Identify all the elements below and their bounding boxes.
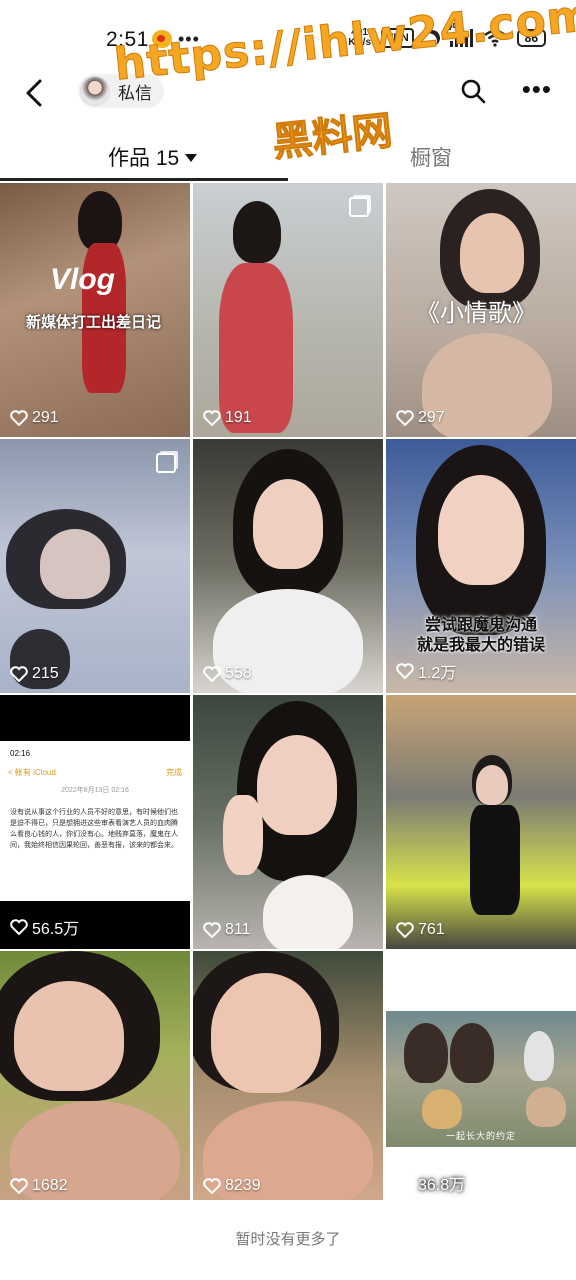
heart-icon [203, 922, 221, 938]
note-back-link: < 帐有 iCloud [8, 768, 56, 777]
post-tile[interactable]: 《小情歌》 297 [386, 183, 576, 437]
note-time: 02:16 [10, 749, 31, 758]
tab-works[interactable]: 作品 15 [108, 142, 198, 172]
post-likes: 56.5万 [10, 915, 79, 939]
post-likes: 558 [203, 665, 252, 683]
post-tile[interactable]: 1682 [0, 951, 190, 1205]
post-likes: 291 [10, 409, 59, 427]
post-tile[interactable]: 215 [0, 439, 190, 693]
notification-dots-icon: ••• [178, 29, 200, 49]
do-not-disturb-icon [421, 28, 442, 49]
heart-icon [10, 919, 28, 935]
status-right-icons: 401 KB/s VPN HD 86 [348, 23, 546, 49]
status-left-icons: ••• [152, 30, 200, 48]
status-time: 2:51 [106, 28, 149, 51]
post-likes-count: 558 [225, 665, 252, 682]
heart-icon [203, 410, 221, 426]
no-more-content-text: 暂时没有更多了 [235, 1231, 341, 1248]
post-tile[interactable]: 191 [193, 183, 383, 437]
profile-tabs: 作品 15 橱窗 [0, 138, 576, 182]
heart-icon [10, 666, 28, 682]
post-tile[interactable]: 811 [193, 695, 383, 949]
post-likes-count: 291 [32, 409, 59, 426]
tab-showcase[interactable]: 橱窗 [410, 142, 452, 172]
status-bar: 2:51 ••• 401 KB/s VPN HD 86 [0, 0, 576, 64]
post-likes-count: 1.2万 [418, 665, 457, 682]
note-body: 没有说从事这个行业的人员不好的意思，有时候他们也是迫不得已，只是想拥进这些审表看… [10, 809, 178, 849]
post-likes: 36.8万 [396, 1171, 465, 1195]
post-likes: 215 [10, 665, 59, 683]
multi-image-icon [156, 453, 176, 473]
post-likes-count: 56.5万 [32, 921, 80, 938]
heart-icon [396, 410, 414, 426]
post-tile[interactable]: 8239 [193, 951, 383, 1205]
heart-icon [10, 1178, 28, 1194]
battery-indicator: 86 [516, 29, 546, 47]
back-arrow-icon[interactable] [22, 78, 48, 108]
post-likes: 1682 [10, 1177, 68, 1195]
hd-label: HD [447, 23, 458, 30]
post-tile[interactable]: 一起长大的约定 36.8万 [386, 951, 576, 1205]
post-caption-title: 《小情歌》 [416, 300, 536, 327]
post-caption-subtitle: 新媒体打工出差日记 [26, 314, 162, 331]
post-likes-count: 1682 [32, 1177, 68, 1194]
post-tile[interactable]: Vlog 新媒体打工出差日记 291 [0, 183, 190, 437]
post-caption-title: Vlog [50, 263, 115, 296]
network-speed: 401 KB/s [348, 28, 371, 48]
posts-grid: Vlog 新媒体打工出差日记 291 191 《小情歌》 297 215 558… [0, 183, 576, 1205]
heart-icon [396, 1175, 414, 1191]
post-likes: 811 [203, 921, 251, 939]
heart-icon [10, 410, 28, 426]
post-caption-line-2: 就是我最大的错误 [416, 637, 545, 654]
post-likes-count: 36.8万 [418, 1177, 466, 1194]
cellular-signal-icon: HD [447, 23, 473, 47]
post-tile[interactable]: 558 [193, 439, 383, 693]
network-speed-unit: KB/s [348, 37, 372, 48]
post-likes: 297 [396, 409, 445, 427]
collage-caption: 一起长大的约定 [445, 1131, 516, 1141]
post-likes: 761 [396, 921, 445, 939]
post-likes-count: 8239 [225, 1177, 261, 1194]
avatar [80, 76, 110, 106]
weibo-icon [152, 30, 172, 48]
post-tile[interactable]: 02:16 < 帐有 iCloud 完成 2022年8月13日 02:16 没有… [0, 695, 190, 949]
post-tile[interactable]: 761 [386, 695, 576, 949]
header: 私信 ••• [0, 64, 576, 124]
post-likes-count: 215 [32, 665, 59, 682]
note-date: 2022年8月13日 02:16 [61, 787, 129, 794]
more-options-icon[interactable]: ••• [522, 74, 552, 104]
wifi-icon [483, 29, 506, 47]
note-done-link: 完成 [166, 768, 182, 777]
post-likes-count: 297 [418, 409, 445, 426]
heart-icon [396, 663, 414, 679]
multi-image-icon [349, 197, 369, 217]
tab-works-label: 作品 15 [108, 147, 180, 170]
heart-icon [203, 666, 221, 682]
note-screenshot: 02:16 < 帐有 iCloud 完成 2022年8月13日 02:16 没有… [0, 741, 190, 901]
post-likes-count: 191 [225, 409, 252, 426]
post-tile[interactable]: 尝试跟魔鬼沟通 就是我最大的错误 1.2万 [386, 439, 576, 693]
collage-image: 一起长大的约定 [386, 1011, 576, 1147]
post-likes: 8239 [203, 1177, 261, 1195]
heart-icon [396, 922, 414, 938]
post-likes: 191 [203, 409, 252, 427]
direct-message-label: 私信 [118, 83, 152, 103]
post-likes: 1.2万 [396, 659, 456, 683]
active-tab-indicator [0, 178, 288, 181]
list-footer: 暂时没有更多了 [0, 1200, 576, 1276]
search-icon[interactable] [460, 78, 486, 104]
post-likes-count: 811 [225, 921, 251, 938]
post-likes-count: 761 [418, 921, 445, 938]
caret-down-icon [185, 154, 198, 162]
vpn-badge: VPN [381, 28, 414, 48]
direct-message-button[interactable]: 私信 [78, 74, 164, 108]
heart-icon [203, 1178, 221, 1194]
